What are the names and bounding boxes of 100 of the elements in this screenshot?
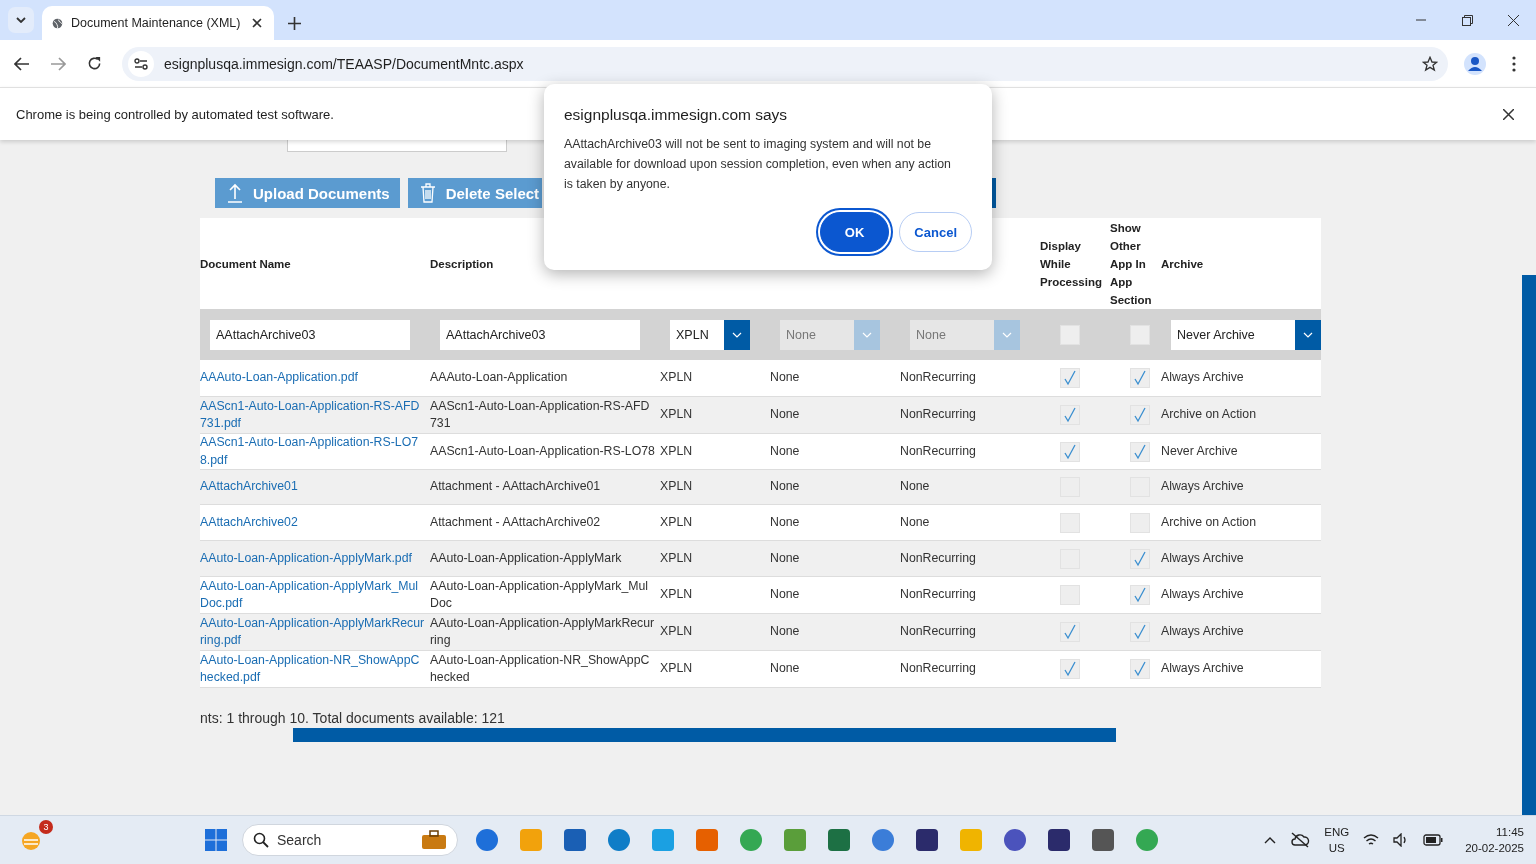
table-cell-text: NonRecurring <box>900 406 977 424</box>
table-cell-text: XPLN <box>660 586 694 604</box>
checkbox[interactable] <box>1060 441 1080 462</box>
cloud-icon[interactable] <box>1290 832 1311 848</box>
document-link[interactable]: AAttachArchive01 <box>200 478 430 496</box>
table-cell-text: XPLN <box>660 442 694 460</box>
automation-infobar-text: Chrome is being controlled by automated test software. <box>16 106 334 122</box>
upload-icon <box>227 183 243 203</box>
table-cell-text: AAuto-Loan-Application-ApplyMark <box>430 549 623 567</box>
pagination-summary: nts: 1 through 10. Total documents available: 121 <box>200 710 506 726</box>
document-link[interactable]: AAuto-Loan-Application-ApplyMark_MulDoc.pdf <box>200 577 430 613</box>
table-cell-text: NonRecurring <box>900 549 977 567</box>
search-field[interactable] <box>287 140 507 152</box>
table-cell-text: XPLN <box>660 549 694 567</box>
document-link[interactable]: AAuto-Loan-Application-ApplyMarkRecurring.pdf <box>200 614 430 650</box>
table-cell-text: Archive on Action <box>1161 513 1257 531</box>
checkbox[interactable] <box>1130 659 1150 679</box>
table-cell-text: None <box>770 623 801 641</box>
checkbox[interactable] <box>1130 622 1150 642</box>
table-cell-text: AAScn1-Auto-Loan-Application-RS-AFD731 <box>430 397 651 432</box>
browser-tab[interactable]: Document Maintenance (XML) <box>42 6 274 40</box>
column-header: Archive <box>1161 256 1205 272</box>
document-link[interactable]: AAScn1-Auto-Loan-Application-RS-AFD731.pdf <box>200 397 430 433</box>
document-link[interactable]: AAScn1-Auto-Loan-Application-RS-LO78.pdf <box>200 434 430 469</box>
table-cell-text: AAuto-Loan-Application-NR_ShowAppChecked <box>430 651 651 686</box>
checkbox[interactable] <box>1130 548 1150 569</box>
search-icon <box>253 832 269 848</box>
checkbox[interactable] <box>1130 512 1150 533</box>
dialog-title: esignplusqa.immesign.com says <box>564 106 789 124</box>
table-cell-text: AAAuto-Loan-Application <box>430 369 569 387</box>
checkbox[interactable] <box>1130 441 1150 462</box>
column-header: Display While Processing <box>1040 238 1103 290</box>
table-cell-text: None <box>770 586 801 604</box>
table-cell-text: NonRecurring <box>900 369 977 387</box>
checkbox[interactable] <box>1130 585 1150 605</box>
document-link[interactable]: AAuto-Loan-Application-ApplyMark.pdf <box>200 549 430 568</box>
checkbox[interactable] <box>1060 585 1080 605</box>
table-cell-text: None <box>770 442 801 460</box>
clock-date[interactable]: 20-02-2025 <box>1465 840 1524 856</box>
checkbox[interactable] <box>1130 368 1150 388</box>
table-cell-text: XPLN <box>660 623 694 641</box>
table-cell-text: None <box>900 478 931 496</box>
start-icon[interactable] <box>204 828 228 852</box>
table-cell-text: Attachment - AAttachArchive02 <box>430 513 602 531</box>
chevron-down-icon <box>16 17 26 23</box>
checkbox[interactable] <box>1060 324 1080 345</box>
chevron-up-icon[interactable] <box>1264 836 1277 844</box>
checkbox[interactable] <box>1060 659 1080 679</box>
column-header: Document Name <box>200 256 292 272</box>
table-cell-text: Always Archive <box>1161 623 1245 641</box>
table-cell-text: Always Archive <box>1161 478 1245 496</box>
cancel-button[interactable]: Cancel <box>899 212 972 252</box>
checkbox[interactable] <box>1130 324 1150 345</box>
table-cell-text: None <box>770 406 801 424</box>
tab-search-button[interactable] <box>8 7 34 33</box>
language-text[interactable]: ENG <box>1324 824 1350 840</box>
table-cell-text: None <box>770 549 801 567</box>
description-input-field[interactable]: AAttachArchive03 <box>440 319 640 350</box>
table-cell-text: XPLN <box>660 660 694 678</box>
column-header: Description <box>430 256 495 272</box>
region-text[interactable]: US <box>1328 840 1345 856</box>
document-link[interactable]: AAAuto-Loan-Application.pdf <box>200 369 430 387</box>
table-cell-text: None <box>770 369 801 387</box>
dropdown[interactable]: Never Archive <box>1171 319 1321 350</box>
table-cell-text: AAScn1-Auto-Loan-Application-RS-LO78 <box>430 442 656 460</box>
checkbox[interactable] <box>1060 512 1080 533</box>
checkbox[interactable] <box>1060 368 1080 388</box>
document-link[interactable]: AAttachArchive02 <box>200 513 430 532</box>
document-link[interactable]: AAuto-Loan-Application-NR_ShowAppChecked.pdf <box>200 651 430 687</box>
table-cell-text: None <box>770 660 801 678</box>
table-cell-text: Always Archive <box>1161 369 1245 387</box>
table-cell-text: NonRecurring <box>900 660 977 678</box>
battery-icon[interactable] <box>1423 834 1444 846</box>
trash-icon <box>419 183 436 203</box>
checkbox[interactable] <box>1060 405 1080 425</box>
column-header: Show Other App In App Section <box>1110 220 1153 308</box>
table-cell-text: Always Archive <box>1161 549 1245 567</box>
table-cell-text: XPLN <box>660 406 694 424</box>
site-settings-icon[interactable] <box>128 50 154 77</box>
wifi-icon[interactable] <box>1363 833 1380 847</box>
taskbar-search-field[interactable]: Search <box>242 824 458 856</box>
table-cell-text: NonRecurring <box>900 442 977 460</box>
table-cell-text: Always Archive <box>1161 586 1245 604</box>
dialog-message: AAttachArchive03 will not be sent to imaging system and will not be available for download upon session completion, even when any action is taken by anyone. <box>564 136 952 193</box>
checkbox[interactable] <box>1060 622 1080 642</box>
name-input-field[interactable]: AAttachArchive03 <box>210 319 410 350</box>
table-cell-text: XPLN <box>660 478 694 496</box>
table-cell-text: NonRecurring <box>900 586 977 604</box>
clock-time[interactable]: 11:45 <box>1496 824 1524 840</box>
table-cell-text: None <box>770 513 801 531</box>
table-cell-text: XPLN <box>660 369 694 387</box>
table-cell-text: AAuto-Loan-Application-ApplyMarkRecurring <box>430 614 656 649</box>
table-cell-text: Always Archive <box>1161 660 1245 678</box>
table-cell-text: Attachment - AAttachArchive01 <box>430 478 602 496</box>
table-cell-text: AAuto-Loan-Application-ApplyMark_MulDoc <box>430 577 650 612</box>
dropdown[interactable]: XPLN <box>670 319 750 350</box>
table-cell-text: Never Archive <box>1161 442 1239 460</box>
notification-badge: 3 <box>39 820 53 834</box>
checkbox[interactable] <box>1130 405 1150 425</box>
briefcase-icon <box>421 830 447 850</box>
